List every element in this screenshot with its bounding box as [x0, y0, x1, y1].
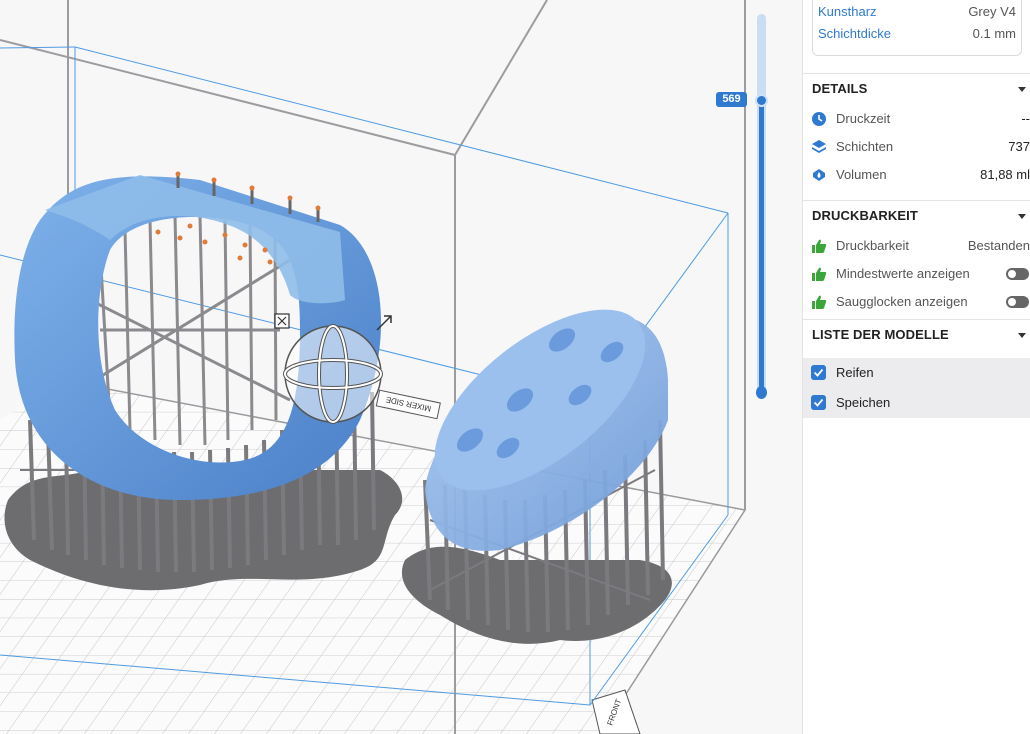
chevron-down-icon[interactable]	[1018, 214, 1026, 219]
thumbs-up-icon	[812, 239, 827, 253]
model-list: Reifen Speichen	[803, 358, 1030, 418]
clock-icon	[812, 112, 826, 126]
layers-label: Schichten	[836, 139, 894, 154]
volume-label: Volumen	[836, 167, 887, 182]
build-scene: MIXER SIDE FRONT	[0, 0, 747, 734]
thumbs-up-icon	[812, 295, 827, 309]
checkbox-checked-icon[interactable]	[811, 365, 826, 380]
layer-number-badge: 569	[716, 92, 747, 107]
layers-value: 737	[1008, 139, 1030, 154]
printability-header[interactable]: DRUCKBARKEIT	[812, 208, 1026, 228]
layer-thickness-row[interactable]: Schichtdicke 0.1 mm	[818, 26, 1016, 46]
print-time-label: Druckzeit	[836, 111, 891, 126]
printability-row-minimums: Mindestwerte anzeigen	[808, 264, 1030, 286]
volume-drop-icon	[813, 169, 825, 181]
model-item-speichen[interactable]: Speichen	[811, 392, 1021, 414]
volume-value: 81,88 ml	[980, 167, 1030, 182]
show-cups-label: Saugglocken anzeigen	[836, 294, 968, 309]
detail-row-print-time: Druckzeit --	[808, 109, 1030, 131]
printability-value: Bestanden	[967, 238, 1030, 253]
thumbs-up-icon	[812, 267, 827, 281]
model-spokes[interactable]	[401, 276, 676, 644]
3d-viewport[interactable]: MIXER SIDE FRONT 569	[0, 0, 802, 734]
divider	[803, 200, 1030, 201]
layer-thickness-label: Schichtdicke	[818, 26, 891, 41]
layer-thickness-value: 0.1 mm	[972, 26, 1016, 41]
mixer-side-label-plate: MIXER SIDE	[375, 389, 441, 420]
details-title: DETAILS	[812, 81, 868, 96]
checkbox-checked-icon[interactable]	[811, 395, 826, 410]
side-panel: Kunstharz Grey V4 Schichtdicke 0.1 mm DE…	[802, 0, 1030, 734]
model-name: Speichen	[836, 395, 891, 410]
print-time-value: --	[1021, 111, 1030, 126]
model-list-header[interactable]: LISTE DER MODELLE	[812, 327, 1026, 347]
divider	[803, 319, 1030, 320]
printability-title: DRUCKBARKEIT	[812, 208, 918, 223]
details-header[interactable]: DETAILS	[812, 81, 1026, 101]
resin-row[interactable]: Kunstharz Grey V4	[818, 4, 1016, 24]
chevron-down-icon[interactable]	[1018, 333, 1026, 338]
printability-label: Druckbarkeit	[836, 238, 909, 253]
layer-slider-handle[interactable]	[755, 94, 768, 107]
layer-slider-bottom-handle[interactable]	[756, 386, 767, 399]
show-minimums-label: Mindestwerte anzeigen	[836, 266, 970, 281]
show-cups-toggle[interactable]	[1006, 296, 1029, 308]
scale-handle-icon	[274, 313, 290, 329]
printability-row-status: Druckbarkeit Bestanden	[808, 236, 1030, 258]
layer-slider-fill	[759, 100, 764, 390]
model-name: Reifen	[836, 365, 874, 380]
resin-value: Grey V4	[968, 4, 1016, 19]
chevron-down-icon[interactable]	[1018, 87, 1026, 92]
detail-row-layers: Schichten 737	[808, 137, 1030, 159]
divider	[803, 73, 1030, 74]
detail-row-volume: Volumen 81,88 ml	[808, 165, 1030, 187]
model-list-title: LISTE DER MODELLE	[812, 327, 949, 342]
model-item-reifen[interactable]: Reifen	[811, 362, 1021, 384]
show-minimums-toggle[interactable]	[1006, 268, 1029, 280]
resin-label: Kunstharz	[818, 4, 877, 19]
layers-icon	[812, 140, 826, 153]
printability-row-cups: Saugglocken anzeigen	[808, 292, 1030, 314]
